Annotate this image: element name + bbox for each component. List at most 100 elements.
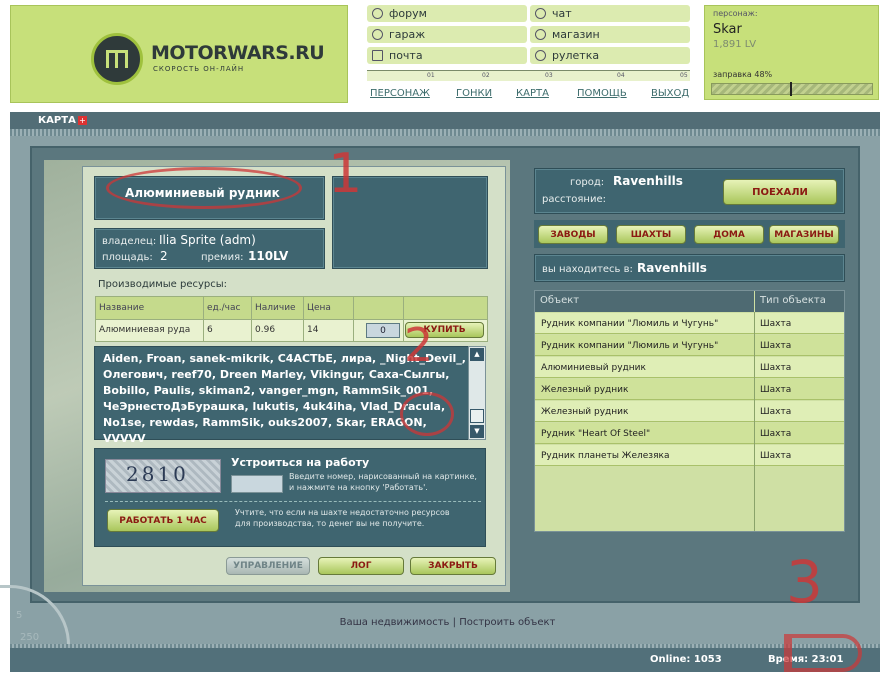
link-map[interactable]: КАРТА xyxy=(516,88,549,99)
logo-emblem-icon xyxy=(91,33,143,85)
link-exit[interactable]: ВЫХОД xyxy=(651,88,689,99)
object-name[interactable]: Рудник "Heart Of Steel" xyxy=(535,423,754,444)
object-name[interactable]: Рудник компании "Люмиль и Чугунь" xyxy=(535,313,754,334)
area-label: площадь: xyxy=(102,252,153,263)
work-button[interactable]: РАБОТАТЬ 1 ЧАС xyxy=(107,509,219,532)
job-panel: 2810 Устроиться на работу Введите номер,… xyxy=(94,448,486,547)
my-property-link[interactable]: Ваша недвижимость xyxy=(340,617,450,628)
scroll-up-icon[interactable]: ▲ xyxy=(470,348,484,361)
user-card: персонаж: Skar 1,891 LV заправка 48% xyxy=(704,5,879,100)
go-button[interactable]: ПОЕХАЛИ xyxy=(723,179,837,205)
col-price: Цена xyxy=(303,296,354,320)
object-name[interactable]: Железный рудник xyxy=(535,379,754,400)
resources-label: Производимые ресурсы: xyxy=(98,279,228,290)
nav-shop[interactable]: магазин xyxy=(530,26,690,43)
col-name: Название xyxy=(95,296,204,320)
city-label: город: xyxy=(570,177,605,188)
ruler-tick: 05 xyxy=(680,72,688,79)
nav-label: чат xyxy=(552,7,572,20)
object-type: Шахта xyxy=(755,445,844,466)
object-type: Шахта xyxy=(755,335,844,356)
map-bar-label: КАРТА xyxy=(38,115,76,126)
tab-shops[interactable]: МАГАЗИНЫ xyxy=(769,225,839,244)
object-name[interactable]: Рудник компании "Люмиль и Чугунь" xyxy=(535,335,754,356)
resource-stock: 0.96 xyxy=(251,318,304,342)
table-row[interactable]: Железный рудник Шахта xyxy=(535,401,844,422)
col-action xyxy=(403,296,488,320)
nav-label: магазин xyxy=(552,28,600,41)
link-separator: | xyxy=(452,617,456,628)
tab-houses[interactable]: ДОМА xyxy=(694,225,764,244)
fuel-label: заправка 48% xyxy=(713,70,773,79)
stripe-divider xyxy=(10,129,880,136)
link-help[interactable]: ПОМОЩЬ xyxy=(577,88,627,99)
wrench-icon xyxy=(372,29,383,40)
manage-button[interactable]: УПРАВЛЕНИЕ xyxy=(226,557,310,575)
fuel-progress-bar xyxy=(711,82,873,96)
job-hint: Введите номер, нарисованный на картинке,… xyxy=(289,472,477,492)
ruler-tick: 01 xyxy=(427,72,435,79)
annotation-circle xyxy=(106,167,302,209)
col-stock: Наличие xyxy=(251,296,304,320)
scroll-thumb[interactable] xyxy=(470,409,484,423)
tab-mines[interactable]: ШАХТЫ xyxy=(616,225,686,244)
logo[interactable]: MOTORWARS.RU СКОРОСТЬ ОН-ЛАЙН xyxy=(91,33,325,89)
annotation-circle xyxy=(400,392,454,436)
object-name[interactable]: Рудник планеты Железяка xyxy=(535,445,754,466)
owner-panel: владелец: Ilia Sprite (adm) площадь: 2 п… xyxy=(94,228,325,269)
nav-forum[interactable]: форум xyxy=(367,5,527,22)
table-row[interactable]: Рудник "Heart Of Steel" Шахта xyxy=(535,423,844,444)
here-value: Ravenhills xyxy=(637,261,707,275)
nav-mail[interactable]: почта xyxy=(367,47,527,64)
object-name[interactable]: Алюминиевый рудник xyxy=(535,357,754,378)
tab-factories[interactable]: ЗАВОДЫ xyxy=(538,225,608,244)
logo-subtitle: СКОРОСТЬ ОН-ЛАЙН xyxy=(153,65,245,73)
nav-chat[interactable]: чат xyxy=(530,5,690,22)
log-button[interactable]: ЛОГ xyxy=(318,557,404,575)
column-divider xyxy=(754,312,755,531)
bottom-links: Ваша недвижимость | Построить объект xyxy=(0,617,895,628)
nav-garage[interactable]: гараж xyxy=(367,26,527,43)
map-bar: КАРТА + xyxy=(10,112,880,129)
table-row[interactable]: Алюминиевый рудник Шахта xyxy=(535,357,844,378)
ruler-tick: 03 xyxy=(545,72,553,79)
header-ruler: 01 02 03 04 05 xyxy=(367,70,690,81)
col-object: Объект xyxy=(535,291,754,312)
object-type: Шахта xyxy=(755,423,844,444)
object-name[interactable]: Железный рудник xyxy=(535,401,754,422)
annotation-number: 2 xyxy=(404,318,434,372)
table-row[interactable]: Рудник компании "Люмиль и Чугунь" Шахта xyxy=(535,313,844,334)
col-rate: ед./час xyxy=(203,296,252,320)
object-type: Шахта xyxy=(755,401,844,422)
workers-scrollbar[interactable]: ▲ ▼ xyxy=(468,346,486,440)
fuel-marker xyxy=(790,82,792,96)
table-row[interactable]: Железный рудник Шахта xyxy=(535,379,844,400)
table-row[interactable]: Рудник планеты Железяка Шахта xyxy=(535,445,844,466)
col-qty xyxy=(353,296,404,320)
gauge-mark: 250 xyxy=(20,632,40,643)
captcha-input[interactable] xyxy=(231,475,283,493)
prize-label: премия: xyxy=(201,252,244,263)
link-character[interactable]: ПЕРСОНАЖ xyxy=(370,88,430,99)
quantity-input[interactable]: 0 xyxy=(366,322,400,338)
nav-roulette[interactable]: рулетка xyxy=(530,47,690,64)
nav-column-right: чат магазин рулетка xyxy=(530,5,690,65)
scroll-down-icon[interactable]: ▼ xyxy=(470,425,484,438)
table-header-row: Название ед./час Наличие Цена xyxy=(95,296,488,320)
prize-value: 110LV xyxy=(248,249,289,263)
online-count: Online: 1053 xyxy=(650,654,722,665)
table-row[interactable]: Рудник компании "Люмиль и Чугунь" Шахта xyxy=(535,335,844,356)
build-object-link[interactable]: Построить объект xyxy=(459,617,555,628)
resource-price: 14 xyxy=(303,318,354,342)
user-level: 1,891 LV xyxy=(713,39,757,50)
link-races[interactable]: ГОНКИ xyxy=(456,88,492,99)
forum-icon xyxy=(372,8,383,19)
annotation-number: 1 xyxy=(328,142,363,205)
close-button[interactable]: ЗАКРЫТЬ xyxy=(410,557,496,575)
user-name[interactable]: Skar xyxy=(713,22,742,37)
col-object-type: Тип объекта xyxy=(755,291,844,312)
owner-value[interactable]: Ilia Sprite (adm) xyxy=(159,233,256,247)
ruler-tick: 02 xyxy=(482,72,490,79)
map-expand-icon[interactable]: + xyxy=(78,116,87,125)
here-label: вы находитесь в: xyxy=(542,264,633,275)
